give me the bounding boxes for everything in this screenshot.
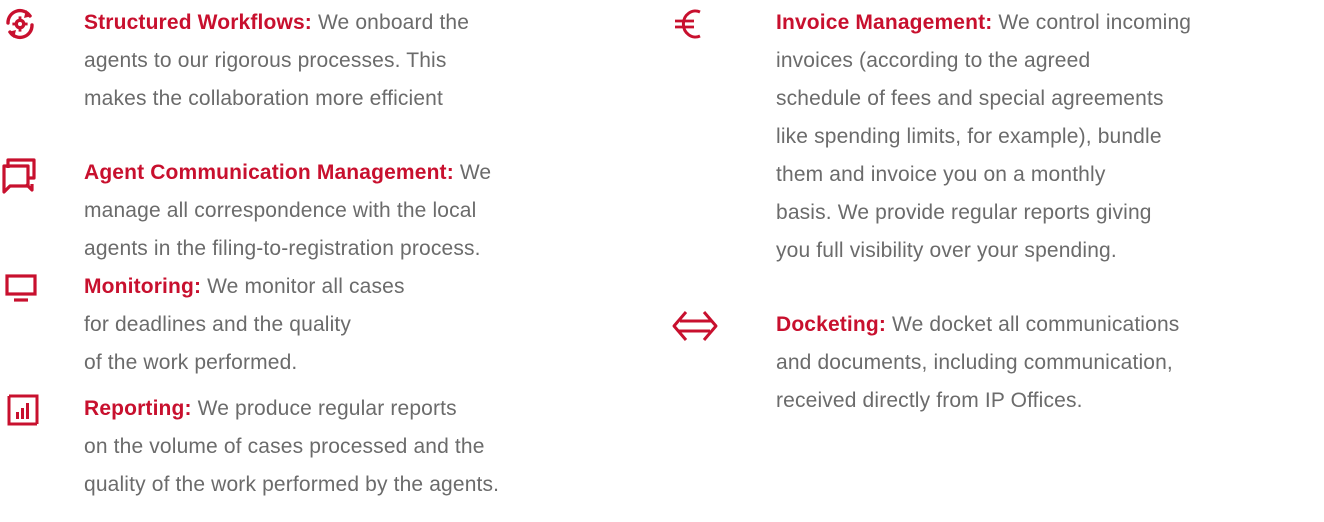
- feature-text: Agent Communication Management: We manag…: [84, 154, 654, 268]
- feature-text: Docketing: We docket all communications …: [776, 306, 1324, 420]
- chat-bubbles-icon: [0, 154, 50, 204]
- feature-title: Monitoring:: [84, 275, 202, 298]
- feature-title: Structured Workflows:: [84, 11, 312, 34]
- feature-description: We control incoming invoices (according …: [776, 11, 1192, 262]
- feature-text: Monitoring: We monitor all cases for dea…: [84, 268, 654, 382]
- feature-text: Invoice Management: We control incoming …: [776, 4, 1324, 270]
- exchange-arrows-icon: [672, 306, 722, 356]
- feature-text: Structured Workflows: We onboard the age…: [84, 4, 654, 118]
- feature-title: Docketing:: [776, 313, 887, 336]
- monitor-icon: [0, 268, 50, 318]
- feature-title: Agent Communication Management:: [84, 161, 454, 184]
- feature-title: Reporting:: [84, 397, 192, 420]
- feature-title: Invoice Management:: [776, 11, 993, 34]
- bar-chart-icon: [0, 390, 50, 440]
- refresh-gear-icon: [0, 4, 50, 54]
- feature-text: Reporting: We produce regular reports on…: [84, 390, 654, 504]
- euro-icon: [672, 4, 722, 54]
